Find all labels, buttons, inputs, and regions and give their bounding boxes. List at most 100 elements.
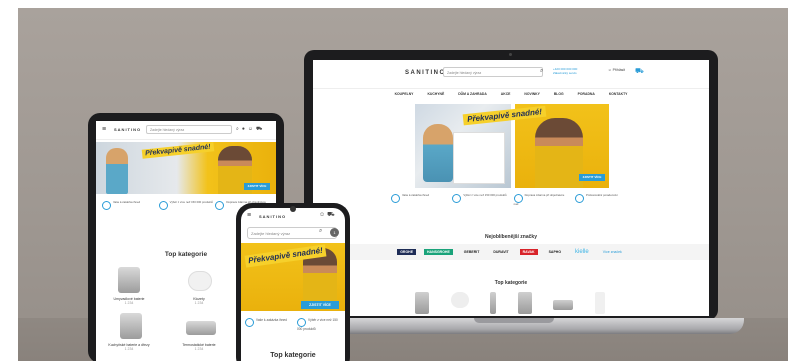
feature-text: Vaše k-zakázka ihned — [113, 200, 141, 204]
phone-screen: ≡ SANITINO ☺⛟ Zadejte hledaný výraz ⌕ 1 … — [241, 208, 345, 361]
category-label[interactable]: Umyvadlové baterie 1 234 — [104, 297, 154, 305]
category-image[interactable] — [186, 321, 216, 335]
category-label[interactable]: Kuchyňské baterie a dřezy 1 234 — [104, 343, 154, 351]
user-icon[interactable]: ☺ — [319, 212, 327, 218]
hero-cta-button[interactable]: ZJISTIT VÍCE — [244, 183, 270, 190]
category-label[interactable]: Klozety 1 234 — [174, 297, 224, 305]
user-icon: ☺ — [608, 68, 612, 72]
hero-bathroom-photo — [453, 132, 505, 184]
category-count: 1 234 — [124, 347, 134, 351]
category-image[interactable] — [415, 292, 429, 314]
site-logo[interactable]: SANITINO — [405, 70, 446, 76]
feature-item: Výběr z více než 150 000 produktů — [297, 318, 343, 331]
contact-info[interactable]: +420 000 000 000 Zákaznický servis — [553, 67, 593, 75]
category-image[interactable] — [450, 292, 469, 308]
more-brands-link[interactable]: Více značek — [600, 249, 625, 255]
category-image[interactable] — [118, 267, 140, 293]
category-label[interactable]: Termostatické baterie 1 234 — [174, 343, 224, 351]
cart-icon[interactable]: ⛟ — [635, 67, 644, 76]
brands-heading: Nejoblíbenější značky — [485, 234, 537, 240]
user-icon[interactable]: ☺ — [248, 126, 256, 132]
feature-text: Výběr z více než 150 000 produktů — [463, 193, 507, 197]
brand-logo[interactable]: HANSGROHE — [424, 249, 453, 255]
tablet-site-header: ≡ SANITINO Zadejte hledaný výraz ⌕●☺⛟ — [96, 121, 276, 140]
header-icons: ☺⛟ — [319, 211, 337, 219]
hamburger-menu-icon[interactable]: ≡ — [102, 126, 106, 133]
contact-label: Zákaznický servis — [553, 71, 577, 75]
feature-list: Vaše k-zakázka ihned Výběr z více než 15… — [245, 318, 343, 331]
nav-item[interactable]: KUCHYNĚ — [427, 90, 444, 99]
nav-item[interactable]: NOVINKY — [524, 90, 539, 99]
feature-icon — [452, 194, 462, 203]
category-row — [415, 292, 605, 314]
feature-icon — [391, 194, 400, 203]
feature-item: Profesionální poradenství — [574, 193, 631, 207]
top-categories-heading: Top kategorie — [494, 280, 528, 286]
header-icons: ⌕●☺⛟ — [236, 126, 265, 133]
account-label: Přihlásit — [612, 68, 626, 72]
feature-icon — [245, 318, 254, 327]
laptop-camera — [509, 53, 512, 56]
cart-icon[interactable]: ⛟ — [327, 212, 337, 218]
site-logo[interactable]: SANITINO — [114, 127, 141, 132]
brand-logo[interactable]: GEBERIT — [461, 249, 483, 255]
brand-logo[interactable]: SAPHO — [546, 249, 564, 255]
site-logo[interactable]: SANITINO — [259, 214, 286, 219]
feature-icon — [102, 201, 111, 210]
feature-icon — [297, 318, 306, 327]
search-input[interactable]: Zadejte hledaný výraz — [146, 125, 232, 134]
feature-item: Vaše k-zakázka ihned — [102, 200, 159, 210]
category-image[interactable] — [188, 271, 212, 291]
feature-text: Vaše k-zakázka ihned — [402, 193, 430, 197]
feature-text: Profesionální poradenství — [585, 193, 618, 197]
brand-logo[interactable]: kielle — [572, 248, 592, 256]
search-input[interactable]: Zadejte hledaný výraz — [247, 227, 337, 239]
hero-child-photo — [423, 124, 453, 182]
nav-item[interactable]: KONTAKTY — [609, 90, 628, 99]
nav-item[interactable]: KOUPELNY — [395, 90, 414, 99]
cart-icon[interactable]: ⛟ — [256, 126, 265, 132]
laptop-screen: SANITINO Zadejte hledaný výraz ⌕ +420 00… — [313, 60, 709, 316]
nav-item[interactable]: PORADNA — [578, 90, 595, 99]
feature-item: Vaše k-zakázka ihned — [245, 318, 291, 331]
truck-icon — [215, 201, 225, 210]
phone-device: ≡ SANITINO ☺⛟ Zadejte hledaný výraz ⌕ 1 … — [236, 203, 350, 361]
nav-item[interactable]: BLOG — [554, 90, 564, 99]
hero-woman-photo — [535, 118, 583, 188]
search-icon[interactable]: ⌕ — [319, 228, 322, 235]
hamburger-menu-icon[interactable]: ≡ — [247, 212, 251, 219]
hero-cta-button[interactable]: ZJISTIT VÍCE — [579, 174, 605, 181]
info-badge[interactable]: 1 — [330, 228, 339, 237]
brand-logo[interactable]: GROHE — [397, 249, 417, 255]
brand-logo[interactable]: DURAVIT — [490, 249, 511, 255]
category-image[interactable] — [120, 313, 142, 339]
brand-strip: GROHE HANSGROHE GEBERIT DURAVIT RAVAK SA… — [313, 244, 709, 260]
account-link[interactable]: ☺ Přihlásit — [608, 68, 625, 72]
search-icon[interactable]: ⌕ — [540, 68, 543, 75]
category-image[interactable] — [490, 292, 497, 314]
feature-list: Vaše k-zakázka ihned Výběr z více než 15… — [391, 193, 631, 207]
category-image[interactable] — [517, 292, 532, 314]
phone-camera — [290, 206, 296, 212]
category-image[interactable] — [553, 300, 574, 310]
laptop-site-header: SANITINO Zadejte hledaný výraz ⌕ +420 00… — [313, 60, 709, 89]
main-nav: KOUPELNY KUCHYNĚ DŮM A ZAHRADA AKCE NOVI… — [313, 90, 709, 99]
laptop-device: SANITINO Zadejte hledaný výraz ⌕ +420 00… — [304, 50, 718, 320]
category-count: 1 234 — [194, 347, 204, 351]
feature-icon — [574, 194, 584, 203]
hero-cta-button[interactable]: ZJISTIT VÍCE — [301, 301, 339, 309]
feature-item: Vaše k-zakázka ihned — [391, 193, 447, 207]
laptop-hinge — [474, 318, 554, 323]
category-image[interactable] — [594, 292, 605, 314]
feature-item: Výběr z více než 150 000 produktů — [158, 200, 216, 210]
category-count: 1 234 — [124, 301, 134, 305]
top-categories-heading: Top kategorie — [270, 352, 316, 359]
nav-item[interactable]: DŮM A ZAHRADA — [458, 90, 487, 99]
stage: SANITINO Zadejte hledaný výraz ⌕ +420 00… — [0, 0, 798, 361]
nav-item[interactable]: AKCE — [501, 90, 511, 99]
brand-logo[interactable]: RAVAK — [519, 249, 538, 255]
feature-icon — [158, 201, 168, 210]
feature-text: Vaše k-zakázka ihned — [256, 318, 287, 322]
feature-item: Doprava zdarma při objednávce nad — [513, 193, 570, 207]
search-input[interactable]: Zadejte hledaný výraz — [443, 67, 543, 77]
